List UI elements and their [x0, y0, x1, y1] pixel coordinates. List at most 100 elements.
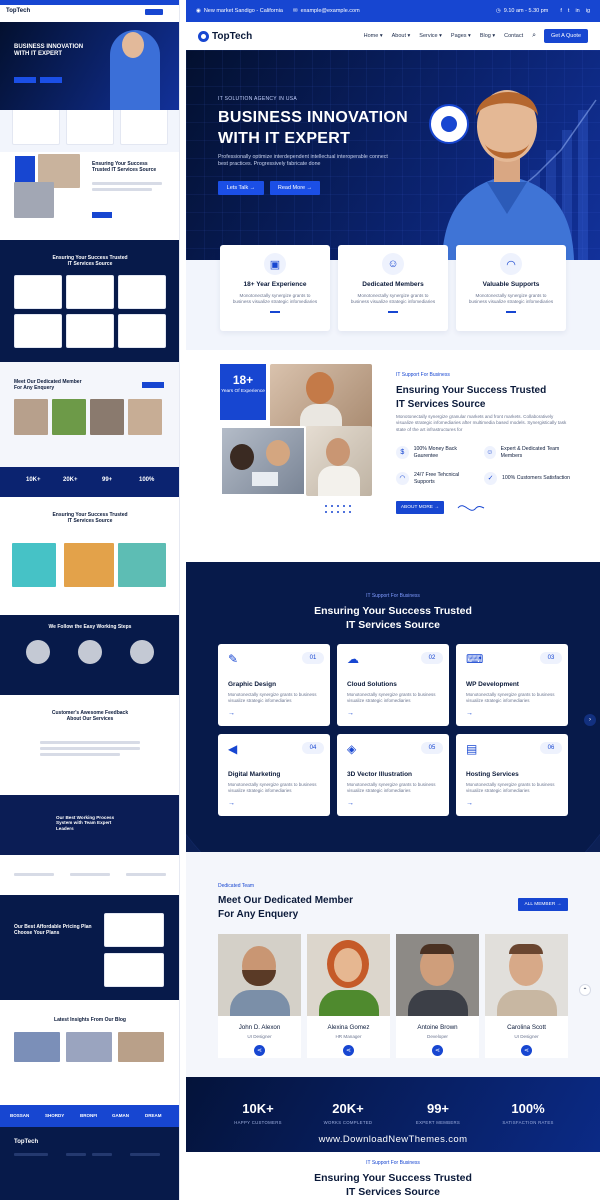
all-member-button[interactable]: ALL MEMBER →	[518, 898, 568, 911]
member-photo	[307, 934, 390, 1016]
next-section-preview: IT Support For Business Ensuring Your Su…	[186, 1152, 600, 1200]
arrow-right-icon[interactable]: →	[228, 800, 320, 807]
facebook-icon[interactable]: f	[560, 8, 562, 14]
mini-logo: TopTech	[6, 8, 31, 14]
location-icon: ◉	[196, 8, 201, 14]
mini-feedback: Customer's Awesome Feedback About Our Se…	[0, 695, 179, 795]
experience-badge	[429, 104, 469, 144]
mini-services: Ensuring Your Success Trusted IT Service…	[0, 240, 179, 362]
mini-hero: BUSINESS INNOVATION WITH IT EXPERT	[0, 22, 179, 110]
about-description: Monotonectally synergize granular market…	[396, 414, 567, 432]
slider-up-icon[interactable]: ⌃	[579, 984, 591, 996]
email-item[interactable]: ✉ example@example.com	[293, 8, 360, 14]
service-card-hosting[interactable]: ▤ 06 Hosting Services Monotonectally syn…	[456, 734, 568, 816]
mini-hero-title: BUSINESS INNOVATION WITH IT EXPERT	[14, 44, 84, 57]
stat-works-completed: 20K+ WORKS COMPLETED	[323, 1101, 373, 1125]
page-preview: ◉ New market Sandigo - California ✉ exam…	[186, 0, 600, 1200]
arrow-right-icon[interactable]: →	[347, 800, 439, 807]
hero-description: Professionally optimize interdependent i…	[218, 154, 388, 168]
read-more-button[interactable]: Read More →	[270, 181, 320, 195]
logo-icon	[198, 30, 209, 42]
share-icon[interactable]: ⋖	[254, 1045, 265, 1056]
linkedin-icon[interactable]: in	[575, 8, 579, 14]
instagram-icon[interactable]: ig	[586, 8, 590, 14]
mini-features	[0, 110, 179, 152]
arrow-right-icon[interactable]: →	[228, 710, 320, 717]
rocket-icon	[441, 116, 457, 132]
mini-contact	[0, 855, 179, 895]
arrow-right-icon[interactable]: →	[466, 800, 558, 807]
service-card-3d-vector[interactable]: ◈ 05 3D Vector Illustration Monotonectal…	[337, 734, 449, 816]
member-photo	[485, 934, 568, 1016]
mail-icon: ✉	[293, 8, 298, 14]
mini-process: Our Best Working Process System with Tea…	[0, 795, 179, 855]
address-text: New market Sandigo - California	[203, 8, 283, 14]
feature-money-back: $100% Money Back Gaurentee	[396, 446, 481, 460]
team-icon: ☺	[484, 446, 496, 460]
hero-person-photo	[442, 90, 574, 260]
share-icon[interactable]: ⋖	[521, 1045, 532, 1056]
mini-portfolio: Ensuring Your Success Trusted IT Service…	[0, 497, 179, 615]
briefcase-icon: ▣	[264, 253, 286, 275]
mini-footer: TopTech	[0, 1127, 179, 1200]
hero-section: IT SOLUTION AGENCY IN USA BUSINESS INNOV…	[186, 50, 600, 260]
about-photo-2	[220, 426, 306, 496]
arrow-right-icon[interactable]: →	[347, 710, 439, 717]
hero-kicker: IT SOLUTION AGENCY IN USA	[218, 96, 297, 102]
nav-item-blog[interactable]: Blog ▾	[480, 33, 495, 39]
email-text[interactable]: example@example.com	[301, 8, 360, 14]
twitter-icon[interactable]: t	[568, 8, 570, 14]
get-quote-button[interactable]: Get A Quote	[544, 29, 588, 43]
feature-card[interactable]: ▣ 18+ Year Experience Monotonectally syn…	[220, 245, 330, 331]
team-member-card[interactable]: Alexina Gomez HR Manager ⋖	[307, 934, 390, 1058]
main-navigation: TopTech Home ▾ About ▾ Service ▾ Pages ▾…	[186, 22, 600, 50]
social-links: f t in ig	[560, 8, 590, 14]
services-section: IT Support For Business Ensuring Your Su…	[186, 562, 600, 852]
mini-header: TopTech	[0, 0, 179, 22]
service-card-graphic-design[interactable]: ✎ 01 Graphic Design Monotonectally syner…	[218, 644, 330, 726]
share-icon[interactable]: ⋖	[432, 1045, 443, 1056]
service-card-cloud-solutions[interactable]: ☁ 02 Cloud Solutions Monotonectally syne…	[337, 644, 449, 726]
team-member-card[interactable]: John D. Alexon UI Designer ⋖	[218, 934, 301, 1058]
team-member-card[interactable]: Antoine Brown Developer ⋖	[396, 934, 479, 1058]
service-card-digital-marketing[interactable]: ◀ 04 Digital Marketing Monotonectally sy…	[218, 734, 330, 816]
stats-section: 10K+ HAPPY CUSTOMERS 20K+ WORKS COMPLETE…	[186, 1077, 600, 1152]
services-title: Ensuring Your Success Trusted IT Service…	[314, 605, 472, 632]
team-kicker: Dedicated Team	[218, 883, 255, 889]
nav-item-pages[interactable]: Pages ▾	[451, 33, 471, 39]
lets-talk-button[interactable]: Lets Talk →	[218, 181, 264, 195]
hours-text: 9.10 am - 5.30 pm	[503, 8, 549, 14]
arrow-right-icon[interactable]: →	[466, 710, 558, 717]
service-card-wp-development[interactable]: ⌨ 03 WP Development Monotonectally syner…	[456, 644, 568, 726]
feature-support: ◠ 24/7 Free Tehcnical Supports	[396, 472, 481, 486]
top-info-bar: ◉ New market Sandigo - California ✉ exam…	[186, 0, 600, 22]
about-kicker: IT Support For Business	[396, 372, 450, 378]
cloud-icon: ☁	[347, 652, 359, 666]
arrow-decoration	[457, 505, 485, 511]
feature-expert-team: ☺ Expert & Dedicated Team Members	[484, 446, 574, 460]
nav-item-service[interactable]: Service ▾	[419, 33, 442, 39]
services-kicker: IT Support For Business	[366, 593, 420, 599]
mini-steps: We Follow the Easy Working Steps	[0, 615, 179, 695]
feature-card[interactable]: ☺ Dedicated Members Monotonectally syner…	[338, 245, 448, 331]
nav-item-home[interactable]: Home ▾	[364, 33, 383, 39]
about-more-button[interactable]: ABOUT MORE →	[396, 501, 444, 514]
dots-decoration	[325, 505, 351, 513]
team-member-card[interactable]: Carolina Scott UI Designer ⋖	[485, 934, 568, 1058]
hours-item: ◷ 9.10 am - 5.30 pm	[496, 8, 548, 14]
headset-icon: ◠	[500, 253, 522, 275]
search-icon[interactable]: ⌕	[532, 32, 536, 40]
nav-links: Home ▾ About ▾ Service ▾ Pages ▾ Blog ▾ …	[364, 32, 536, 40]
mini-pricing: Our Best Affordable Pricing Plan Choose …	[0, 895, 179, 1000]
full-page-thumbnail: TopTech BUSINESS INNOVATION WITH IT EXPE…	[0, 0, 180, 1200]
experience-years-badge: 18+ Years Of Experience	[220, 364, 266, 420]
share-icon[interactable]: ⋖	[343, 1045, 354, 1056]
site-logo[interactable]: TopTech	[198, 30, 253, 42]
nav-item-about[interactable]: About ▾	[392, 33, 411, 39]
feature-card[interactable]: ◠ Valuable Supports Monotonectally syner…	[456, 245, 566, 331]
about-photo-3	[306, 426, 372, 496]
watermark-text: www.DownloadNewThemes.com	[318, 1134, 468, 1145]
slider-next-icon[interactable]: ›	[584, 714, 596, 726]
nav-item-contact[interactable]: Contact	[504, 33, 523, 39]
logo-text: TopTech	[212, 30, 253, 42]
